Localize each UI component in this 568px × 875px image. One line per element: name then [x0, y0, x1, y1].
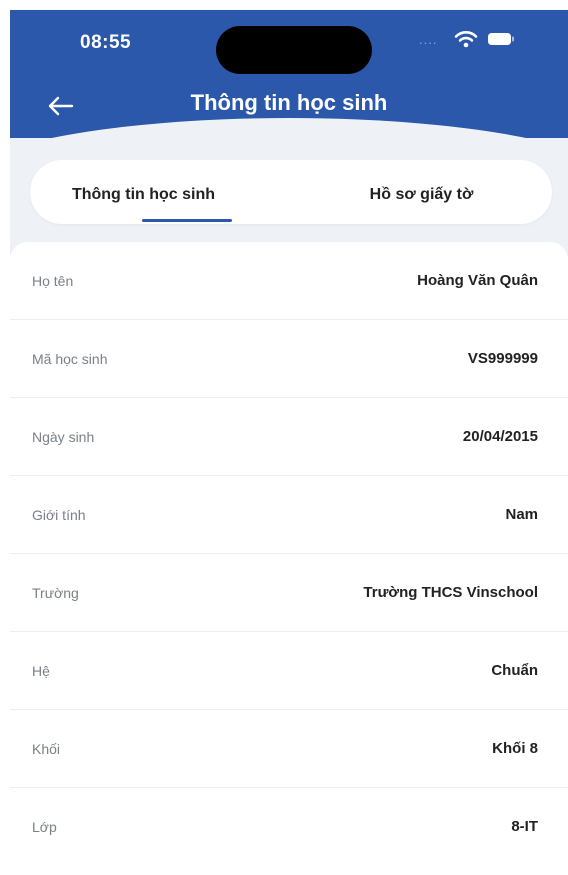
info-value: 20/04/2015 — [462, 428, 538, 445]
info-value: VS999999 — [467, 350, 538, 367]
active-tab-indicator — [142, 219, 232, 222]
info-value: Chuẩn — [491, 662, 538, 679]
info-label: Lớp — [32, 819, 57, 835]
info-row-birth-date: Ngày sinh 20/04/2015 — [10, 398, 568, 476]
page-title: Thông tin học sinh — [190, 90, 388, 115]
info-label: Khối — [32, 741, 61, 757]
info-row-program: Hệ Chuẩn — [10, 632, 568, 710]
segmented-tabs: Thông tin học sinh Hồ sơ giấy tờ — [30, 160, 552, 224]
phone-screen: 08:55 .... Thông tin học sinh Thông tin … — [10, 10, 568, 875]
info-label: Họ tên — [32, 273, 74, 289]
dynamic-island — [216, 26, 372, 74]
info-label: Giới tính — [32, 507, 86, 523]
tab-documents[interactable]: Hồ sơ giấy tờ — [291, 160, 552, 224]
info-label: Ngày sinh — [32, 429, 95, 445]
info-value: Nam — [505, 506, 538, 523]
info-row-gender: Giới tính Nam — [10, 476, 568, 554]
info-label: Hệ — [32, 663, 50, 679]
info-row-grade: Khối Khối 8 — [10, 710, 568, 788]
info-label: Mã học sinh — [32, 351, 108, 367]
info-row-class: Lớp 8-IT — [10, 788, 568, 866]
info-value: Khối 8 — [492, 740, 538, 757]
tab-student-info-label: Thông tin học sinh — [71, 186, 216, 203]
info-value: Trường THCS Vinschool — [363, 584, 538, 601]
info-value: 8-IT — [511, 818, 538, 835]
info-value: Hoàng Văn Quân — [417, 272, 538, 289]
tab-student-info[interactable]: Thông tin học sinh — [30, 160, 291, 224]
tab-documents-label: Hồ sơ giấy tờ — [369, 186, 474, 203]
student-info-list: Họ tên Hoàng Văn Quân Mã học sinh VS9999… — [10, 242, 568, 875]
signal-dots: .... — [419, 32, 438, 47]
info-label: Trường — [32, 585, 79, 601]
battery-icon — [488, 33, 514, 45]
info-row-student-id: Mã học sinh VS999999 — [10, 320, 568, 398]
info-row-full-name: Họ tên Hoàng Văn Quân — [10, 242, 568, 320]
wifi-icon — [454, 31, 478, 48]
app-header: 08:55 .... Thông tin học sinh — [10, 10, 568, 188]
info-row-school: Trường Trường THCS Vinschool — [10, 554, 568, 632]
status-time: 08:55 — [80, 32, 132, 53]
